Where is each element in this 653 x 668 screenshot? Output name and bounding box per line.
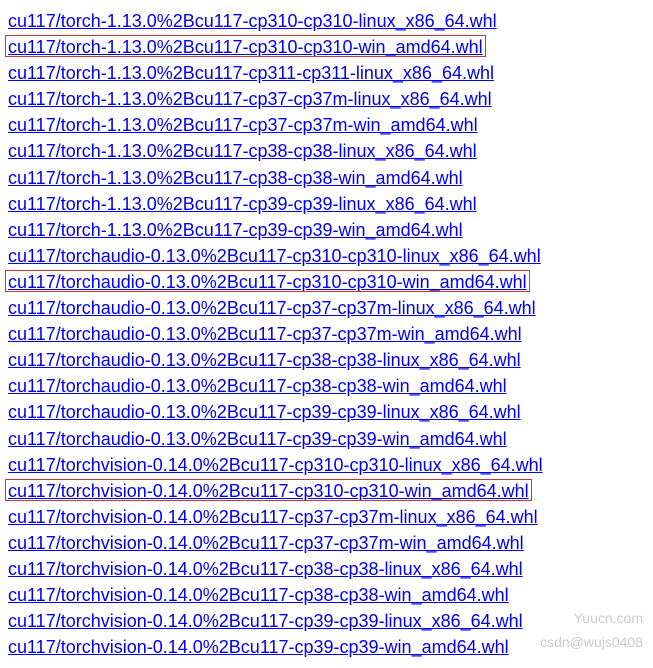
file-link[interactable]: cu117/torchaudio-0.13.0%2Bcu117-cp38-cp3… [8, 350, 521, 370]
file-link[interactable]: cu117/torchaudio-0.13.0%2Bcu117-cp38-cp3… [8, 376, 507, 396]
file-link[interactable]: cu117/torch-1.13.0%2Bcu117-cp37-cp37m-wi… [8, 115, 478, 135]
file-link-item: cu117/torch-1.13.0%2Bcu117-cp38-cp38-win… [8, 165, 645, 191]
file-link[interactable]: cu117/torchaudio-0.13.0%2Bcu117-cp310-cp… [8, 246, 541, 266]
file-link-item: cu117/torch-1.13.0%2Bcu117-cp37-cp37m-li… [8, 86, 645, 112]
file-link-item: cu117/torch-1.13.0%2Bcu117-cp310-cp310-w… [8, 34, 645, 60]
file-link[interactable]: cu117/torch-1.13.0%2Bcu117-cp310-cp310-w… [8, 37, 483, 57]
file-link-item: cu117/torch-1.13.0%2Bcu117-cp311-cp311-l… [8, 60, 645, 86]
file-link-item: cu117/torchaudio-0.13.0%2Bcu117-cp37-cp3… [8, 321, 645, 347]
file-link-item: cu117/torchaudio-0.13.0%2Bcu117-cp39-cp3… [8, 426, 645, 452]
file-link[interactable]: cu117/torch-1.13.0%2Bcu117-cp310-cp310-l… [8, 11, 497, 31]
file-link[interactable]: cu117/torchvision-0.14.0%2Bcu117-cp39-cp… [8, 637, 509, 657]
file-link[interactable]: cu117/torch-1.13.0%2Bcu117-cp37-cp37m-li… [8, 89, 492, 109]
watermark: Yuucn.com [574, 610, 643, 626]
file-link-item: cu117/torchvision-0.14.0%2Bcu117-cp38-cp… [8, 582, 645, 608]
file-link-item: cu117/torchaudio-0.13.0%2Bcu117-cp38-cp3… [8, 347, 645, 373]
file-link-item: cu117/torchvision-0.14.0%2Bcu117-cp39-cp… [8, 608, 645, 634]
file-link[interactable]: cu117/torch-1.13.0%2Bcu117-cp39-cp39-lin… [8, 194, 477, 214]
file-link[interactable]: cu117/torch-1.13.0%2Bcu117-cp311-cp311-l… [8, 63, 494, 83]
file-link-item: cu117/torchvision-0.14.0%2Bcu117-cp37-cp… [8, 504, 645, 530]
file-link[interactable]: cu117/torch-1.13.0%2Bcu117-cp38-cp38-lin… [8, 141, 477, 161]
file-link[interactable]: cu117/torchaudio-0.13.0%2Bcu117-cp37-cp3… [8, 324, 522, 344]
file-link-list: cu117/torch-1.13.0%2Bcu117-cp310-cp310-l… [8, 8, 645, 660]
file-link[interactable]: cu117/torchvision-0.14.0%2Bcu117-cp38-cp… [8, 585, 509, 605]
file-link-item: cu117/torchaudio-0.13.0%2Bcu117-cp310-cp… [8, 243, 645, 269]
file-link[interactable]: cu117/torchaudio-0.13.0%2Bcu117-cp37-cp3… [8, 298, 536, 318]
file-link-item: cu117/torchaudio-0.13.0%2Bcu117-cp310-cp… [8, 269, 645, 295]
file-link[interactable]: cu117/torchvision-0.14.0%2Bcu117-cp39-cp… [8, 611, 523, 631]
file-link-item: cu117/torchvision-0.14.0%2Bcu117-cp37-cp… [8, 530, 645, 556]
file-link[interactable]: cu117/torchvision-0.14.0%2Bcu117-cp310-c… [8, 455, 543, 475]
file-link[interactable]: cu117/torchvision-0.14.0%2Bcu117-cp310-c… [8, 481, 529, 501]
file-link-item: cu117/torchvision-0.14.0%2Bcu117-cp310-c… [8, 478, 645, 504]
file-link-item: cu117/torchvision-0.14.0%2Bcu117-cp310-c… [8, 452, 645, 478]
file-link-item: cu117/torch-1.13.0%2Bcu117-cp37-cp37m-wi… [8, 112, 645, 138]
file-link[interactable]: cu117/torchaudio-0.13.0%2Bcu117-cp39-cp3… [8, 402, 521, 422]
file-link-item: cu117/torchvision-0.14.0%2Bcu117-cp38-cp… [8, 556, 645, 582]
file-link[interactable]: cu117/torch-1.13.0%2Bcu117-cp39-cp39-win… [8, 220, 463, 240]
file-link-item: cu117/torch-1.13.0%2Bcu117-cp310-cp310-l… [8, 8, 645, 34]
file-link-item: cu117/torchaudio-0.13.0%2Bcu117-cp38-cp3… [8, 373, 645, 399]
file-link[interactable]: cu117/torchaudio-0.13.0%2Bcu117-cp39-cp3… [8, 429, 507, 449]
file-link-item: cu117/torch-1.13.0%2Bcu117-cp39-cp39-win… [8, 217, 645, 243]
watermark: csdn@wujs0408 [540, 634, 643, 650]
file-link[interactable]: cu117/torchvision-0.14.0%2Bcu117-cp37-cp… [8, 533, 524, 553]
file-link[interactable]: cu117/torch-1.13.0%2Bcu117-cp38-cp38-win… [8, 168, 463, 188]
file-link-item: cu117/torch-1.13.0%2Bcu117-cp38-cp38-lin… [8, 138, 645, 164]
file-link[interactable]: cu117/torchaudio-0.13.0%2Bcu117-cp310-cp… [8, 272, 527, 292]
file-link-item: cu117/torchaudio-0.13.0%2Bcu117-cp39-cp3… [8, 399, 645, 425]
file-link[interactable]: cu117/torchvision-0.14.0%2Bcu117-cp38-cp… [8, 559, 523, 579]
file-link-item: cu117/torch-1.13.0%2Bcu117-cp39-cp39-lin… [8, 191, 645, 217]
file-link-item: cu117/torchaudio-0.13.0%2Bcu117-cp37-cp3… [8, 295, 645, 321]
file-link[interactable]: cu117/torchvision-0.14.0%2Bcu117-cp37-cp… [8, 507, 538, 527]
